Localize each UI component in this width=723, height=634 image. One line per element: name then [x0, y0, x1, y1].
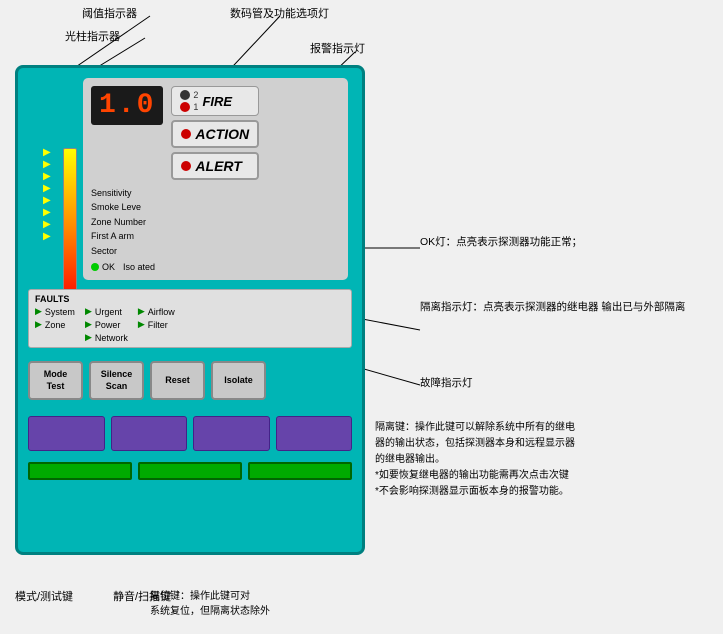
purple-bar-4 — [276, 416, 353, 451]
fault-filter: ▶ Filter — [138, 319, 175, 330]
purple-bars — [28, 416, 352, 451]
faults-right-col: ▶ Airflow ▶ Filter — [138, 294, 175, 343]
green-bar-2 — [138, 462, 242, 480]
display-row: 1.0 2 1 — [91, 86, 340, 180]
fault-annotation: 故障指示灯 — [420, 375, 473, 390]
threshold-bar: ▶ ▶ ▶ ▶ ▶ ▶ ▶ ▶ — [43, 148, 55, 308]
action-dot — [181, 129, 191, 139]
smoke-level-label: Smoke Leve — [91, 200, 340, 214]
faults-section: FAULTS ▶ System ▶ Zone ▶ Urgent ▶ — [28, 289, 352, 348]
alert-label: ALERT — [195, 158, 241, 174]
status-row: OK Iso ated — [91, 262, 340, 272]
faults-title: FAULTS — [35, 294, 75, 304]
buttons-row: Mode Test Silence Scan Reset Isolate — [28, 361, 352, 400]
seven-segment-display: 1.0 — [91, 86, 163, 125]
reset-desc: 复位键：操作此键可对 系统复位，但隔离状态除外 — [150, 589, 330, 619]
indicators-column: 2 1 FIRE ACTION — [171, 86, 259, 180]
isolated-label: Iso ated — [123, 262, 155, 272]
sensitivity-label: Sensitivity — [91, 186, 340, 200]
zone-number-label: Zone Number — [91, 215, 340, 229]
fault-zone: ▶ Zone — [35, 319, 75, 330]
threshold-arrow-2: ▶ — [43, 160, 55, 170]
ok-annotation: OK灯：点亮表示探测器功能正常； — [420, 235, 715, 251]
fire-label: FIRE — [202, 94, 232, 109]
fire-indicator: 2 1 FIRE — [171, 86, 259, 116]
mode-test-button[interactable]: Mode Test — [28, 361, 83, 400]
first-a-arm-label: First A arm — [91, 229, 340, 243]
green-bar-3 — [248, 462, 352, 480]
bottom-labels: 模式/测试键 静音/扫描键 — [15, 588, 171, 604]
bottom-bars — [28, 462, 352, 480]
threshold-arrow-6: ▶ — [43, 208, 55, 218]
alert-indicator: ALERT — [171, 152, 259, 180]
faults-mid-col: ▶ Urgent ▶ Power ▶ Network — [85, 294, 128, 343]
mode-test-bottom-label: 模式/测试键 — [15, 588, 73, 604]
sector-label: Sector — [91, 244, 340, 258]
ok-indicator: OK — [91, 262, 115, 272]
main-container: 阈值指示器 光柱指示器 数码管及功能选项灯 报警指示灯 ▶ ▶ ▶ ▶ ▶ ▶ … — [0, 0, 723, 634]
action-label: ACTION — [195, 126, 249, 142]
alert-dot — [181, 161, 191, 171]
digital-tube-annotation: 数码管及功能选项灯 — [230, 5, 329, 21]
purple-bar-3 — [193, 416, 270, 451]
fire-dot-2 — [180, 90, 190, 100]
threshold-arrow-4: ▶ — [43, 184, 55, 194]
threshold-arrow-8: ▶ — [43, 232, 55, 242]
fire-dot-1 — [180, 102, 190, 112]
threshold-arrow-5: ▶ — [43, 196, 55, 206]
faults-left-col: FAULTS ▶ System ▶ Zone — [35, 294, 75, 343]
ok-label: OK — [102, 262, 115, 272]
purple-bar-1 — [28, 416, 105, 451]
ok-dot — [91, 263, 99, 271]
reset-button[interactable]: Reset — [150, 361, 205, 400]
action-indicator: ACTION — [171, 120, 259, 148]
light-bar — [63, 148, 77, 308]
fault-airflow: ▶ Airflow — [138, 306, 175, 317]
device-panel: ▶ ▶ ▶ ▶ ▶ ▶ ▶ ▶ 1.0 — [15, 65, 365, 555]
light-bar-annotation: 光柱指示器 — [65, 28, 120, 44]
threshold-arrow-3: ▶ — [43, 172, 55, 182]
threshold-arrow-7: ▶ — [43, 220, 55, 230]
purple-bar-2 — [111, 416, 188, 451]
screen-area: 1.0 2 1 — [83, 78, 348, 280]
fault-urgent: ▶ Urgent — [85, 306, 128, 317]
silence-scan-button[interactable]: Silence Scan — [89, 361, 144, 400]
isolate-button[interactable]: Isolate — [211, 361, 266, 400]
fault-power: ▶ Power — [85, 319, 128, 330]
info-labels: Sensitivity Smoke Leve Zone Number First… — [91, 186, 340, 258]
threshold-annotation: 阈值指示器 — [82, 5, 137, 21]
fault-network: ▶ Network — [85, 332, 128, 343]
threshold-arrow-1: ▶ — [43, 148, 55, 158]
isolate-light-annotation: 隔离指示灯：点亮表示探测器的继电器 输出已与外部隔离 — [420, 300, 715, 316]
alarm-annotation: 报警指示灯 — [310, 40, 365, 56]
fault-system: ▶ System — [35, 306, 75, 317]
isolate-desc: 隔离键：操作此键可以解除系统中所有的继电 器的输出状态，包括探测器本身和远程显示… — [375, 420, 715, 500]
green-bar-1 — [28, 462, 132, 480]
